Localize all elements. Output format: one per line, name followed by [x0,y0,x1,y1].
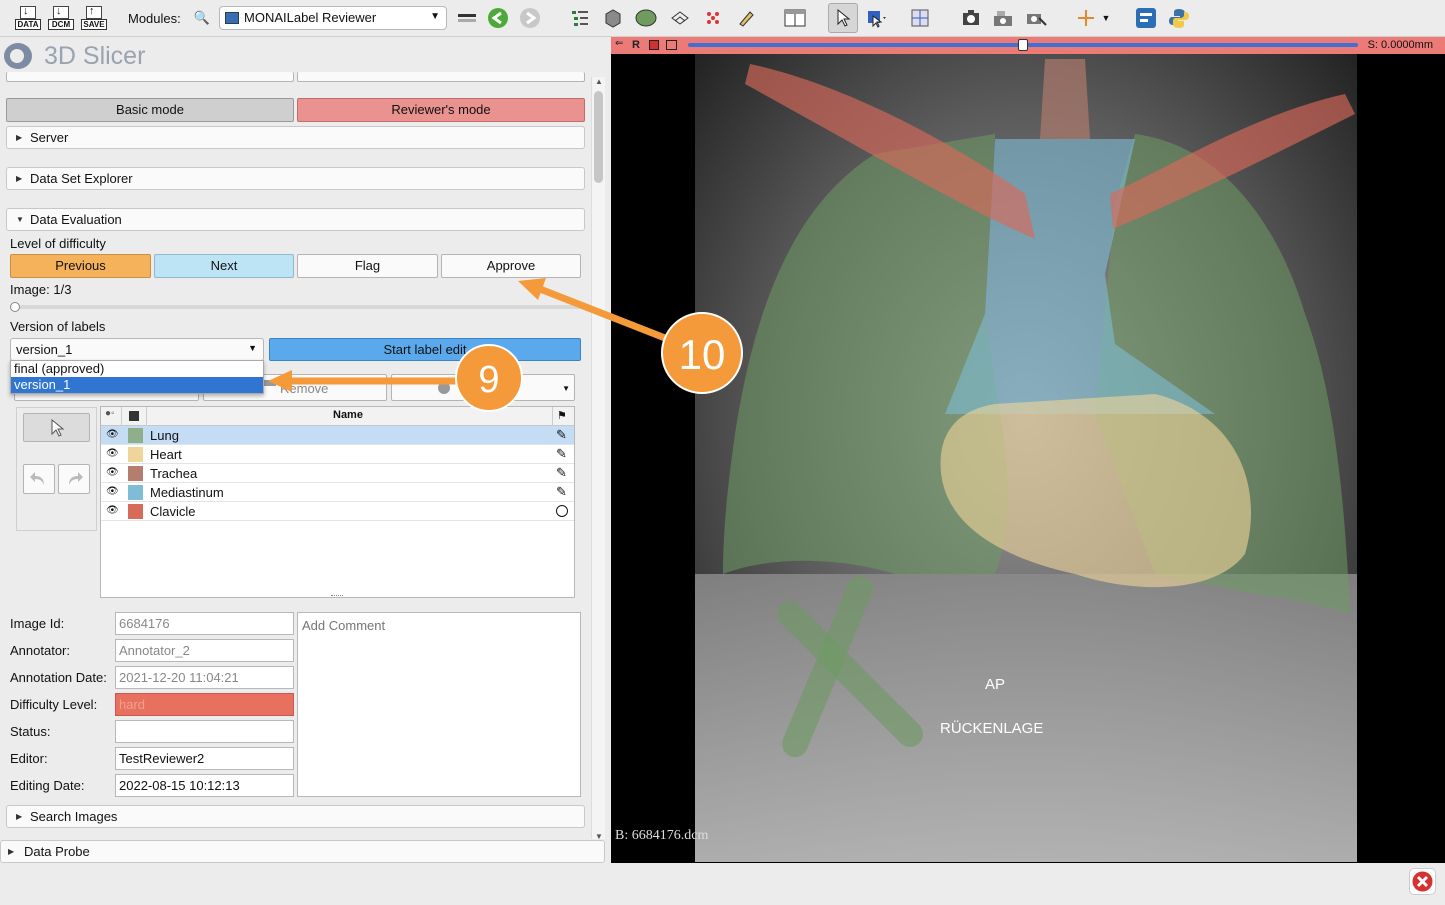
arrow-10-line [538,285,667,342]
status-bar [0,865,1445,905]
error-log-button[interactable] [1409,868,1436,895]
callout-overlay: 9 10 [268,278,743,412]
callout-10-text: 10 [679,331,726,378]
error-icon [1412,871,1433,892]
callout-9-text: 9 [478,359,499,401]
arrow-10-head [518,278,546,300]
arrow-9-head [268,370,292,392]
